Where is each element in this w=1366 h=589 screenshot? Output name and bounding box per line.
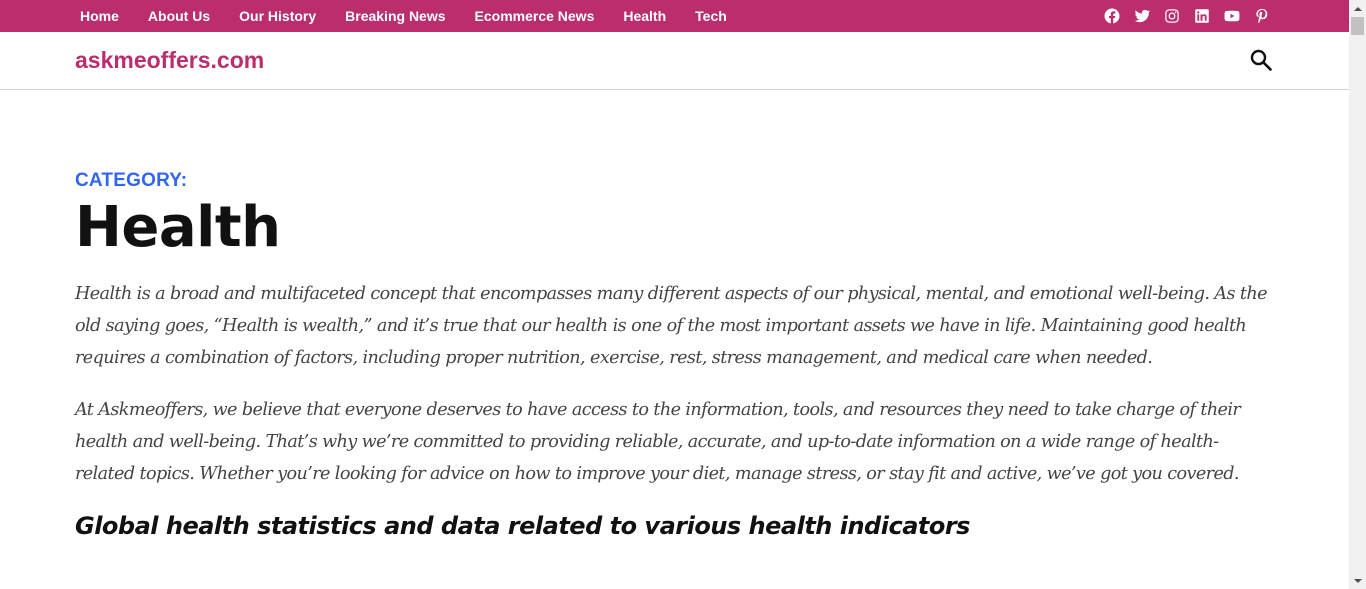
- category-description: Health is a broad and multifaceted conce…: [75, 278, 1275, 490]
- scrollbar-thumb[interactable]: [1351, 17, 1364, 35]
- top-nav: Home About Us Our History Breaking News …: [80, 0, 756, 32]
- nav-breaking-news[interactable]: Breaking News: [345, 8, 445, 24]
- facebook-icon[interactable]: [1103, 7, 1121, 25]
- youtube-icon[interactable]: [1223, 7, 1241, 25]
- description-paragraph-2: At Askmeoffers, we believe that everyone…: [75, 400, 1241, 484]
- page-title: Health: [75, 195, 281, 260]
- nav-about-us[interactable]: About Us: [148, 8, 210, 24]
- site-title[interactable]: askmeoffers.com: [75, 47, 264, 74]
- social-links: [1091, 0, 1271, 32]
- pinterest-icon[interactable]: [1253, 7, 1271, 25]
- search-icon[interactable]: [1249, 48, 1273, 72]
- nav-health[interactable]: Health: [623, 8, 666, 24]
- vertical-scrollbar[interactable]: [1349, 0, 1366, 589]
- scroll-up-arrow-icon[interactable]: [1349, 0, 1366, 17]
- nav-home[interactable]: Home: [80, 8, 119, 24]
- nav-tech[interactable]: Tech: [695, 8, 727, 24]
- nav-our-history[interactable]: Our History: [239, 8, 316, 24]
- site-header: askmeoffers.com: [0, 32, 1349, 90]
- archive-content: CATEGORY: Health Health is a broad and m…: [75, 170, 1275, 540]
- description-paragraph-1: Health is a broad and multifaceted conce…: [75, 284, 1268, 368]
- category-label: CATEGORY:: [75, 170, 188, 191]
- twitter-icon[interactable]: [1133, 7, 1151, 25]
- section-heading: Global health statistics and data relate…: [75, 512, 970, 540]
- instagram-icon[interactable]: [1163, 7, 1181, 25]
- scroll-down-arrow-icon[interactable]: [1349, 572, 1366, 589]
- linkedin-icon[interactable]: [1193, 7, 1211, 25]
- top-bar: Home About Us Our History Breaking News …: [0, 0, 1349, 32]
- nav-ecommerce-news[interactable]: Ecommerce News: [475, 8, 595, 24]
